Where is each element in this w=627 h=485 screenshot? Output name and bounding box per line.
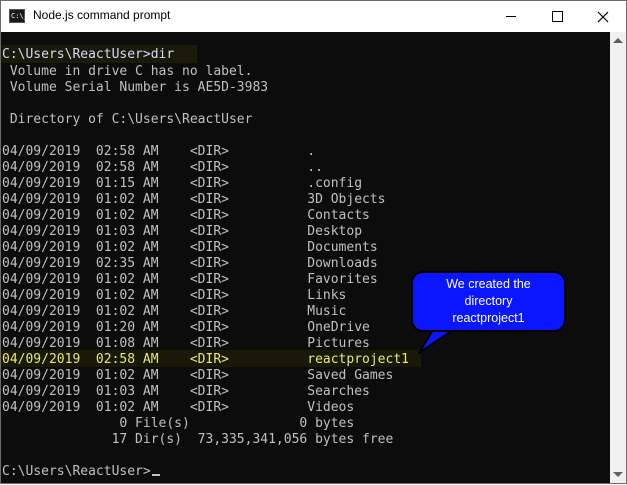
console-window: C:\_ Node.js command prompt C:\Users\Rea… (0, 0, 627, 484)
terminal-line: 04/09/2019 01:03 AM <DIR> Desktop (2, 224, 363, 239)
terminal-line: 04/09/2019 01:02 AM <DIR> Saved Games (2, 368, 394, 383)
title-bar[interactable]: C:\_ Node.js command prompt (1, 1, 626, 32)
close-button[interactable] (580, 1, 626, 32)
terminal-line: 04/09/2019 01:02 AM <DIR> Contacts (2, 208, 370, 223)
terminal-line: 04/09/2019 01:02 AM <DIR> Links (2, 288, 347, 303)
terminal-line: 0 File(s) 0 bytes (2, 416, 355, 431)
terminal-line: 04/09/2019 01:20 AM <DIR> OneDrive (2, 320, 370, 335)
prompt-text: C:\Users\ReactUser> (2, 464, 151, 479)
terminal-line: 04/09/2019 01:02 AM <DIR> Favorites (2, 272, 378, 287)
vertical-scrollbar[interactable] (610, 32, 626, 483)
terminal-line: 17 Dir(s) 73,335,341,056 bytes free (2, 432, 394, 447)
terminal-line: Directory of C:\Users\ReactUser (2, 112, 253, 127)
terminal-line: 04/09/2019 02:58 AM <DIR> .. (2, 160, 323, 175)
command-prompt-icon: C:\_ (9, 9, 28, 23)
text-cursor (151, 474, 160, 476)
terminal-line: 04/09/2019 01:08 AM <DIR> Pictures (2, 336, 370, 351)
terminal-line: 04/09/2019 01:03 AM <DIR> Searches (2, 384, 370, 399)
terminal-prompt-line[interactable]: C:\Users\ReactUser> (2, 464, 160, 480)
terminal-line: 04/09/2019 02:58 AM <DIR> . (2, 144, 316, 159)
terminal-line: 04/09/2019 02:35 AM <DIR> Downloads (2, 256, 378, 271)
terminal-line: Volume in drive C has no label. (2, 64, 253, 79)
window-title: Node.js command prompt (33, 8, 171, 22)
terminal-line-highlighted: 04/09/2019 02:58 AM <DIR> reactproject1 (2, 352, 409, 367)
scroll-down-arrow-icon[interactable] (613, 472, 623, 477)
terminal-line: C:\Users\ReactUser>dir (2, 47, 175, 62)
annotation-callout: We created the directory reactproject1 (411, 271, 566, 332)
terminal-line: 04/09/2019 01:02 AM <DIR> Documents (2, 240, 378, 255)
terminal-line: 04/09/2019 01:02 AM <DIR> Videos (2, 400, 355, 415)
terminal-line: 04/09/2019 01:15 AM <DIR> .config (2, 176, 363, 191)
terminal-line: Volume Serial Number is AE5D-3983 (2, 80, 269, 95)
minimize-button[interactable] (488, 1, 534, 32)
terminal-output[interactable]: C:\Users\ReactUser>dir Volume in drive C… (1, 32, 610, 483)
maximize-button[interactable] (534, 1, 580, 32)
maximize-icon (551, 11, 563, 22)
scroll-up-arrow-icon[interactable] (613, 38, 623, 43)
terminal-line: 04/09/2019 01:02 AM <DIR> 3D Objects (2, 192, 386, 207)
callout-text: We created the directory reactproject1 (446, 277, 531, 325)
minimize-icon (506, 16, 516, 17)
terminal-line: 04/09/2019 01:02 AM <DIR> Music (2, 304, 347, 319)
close-icon (597, 11, 609, 22)
